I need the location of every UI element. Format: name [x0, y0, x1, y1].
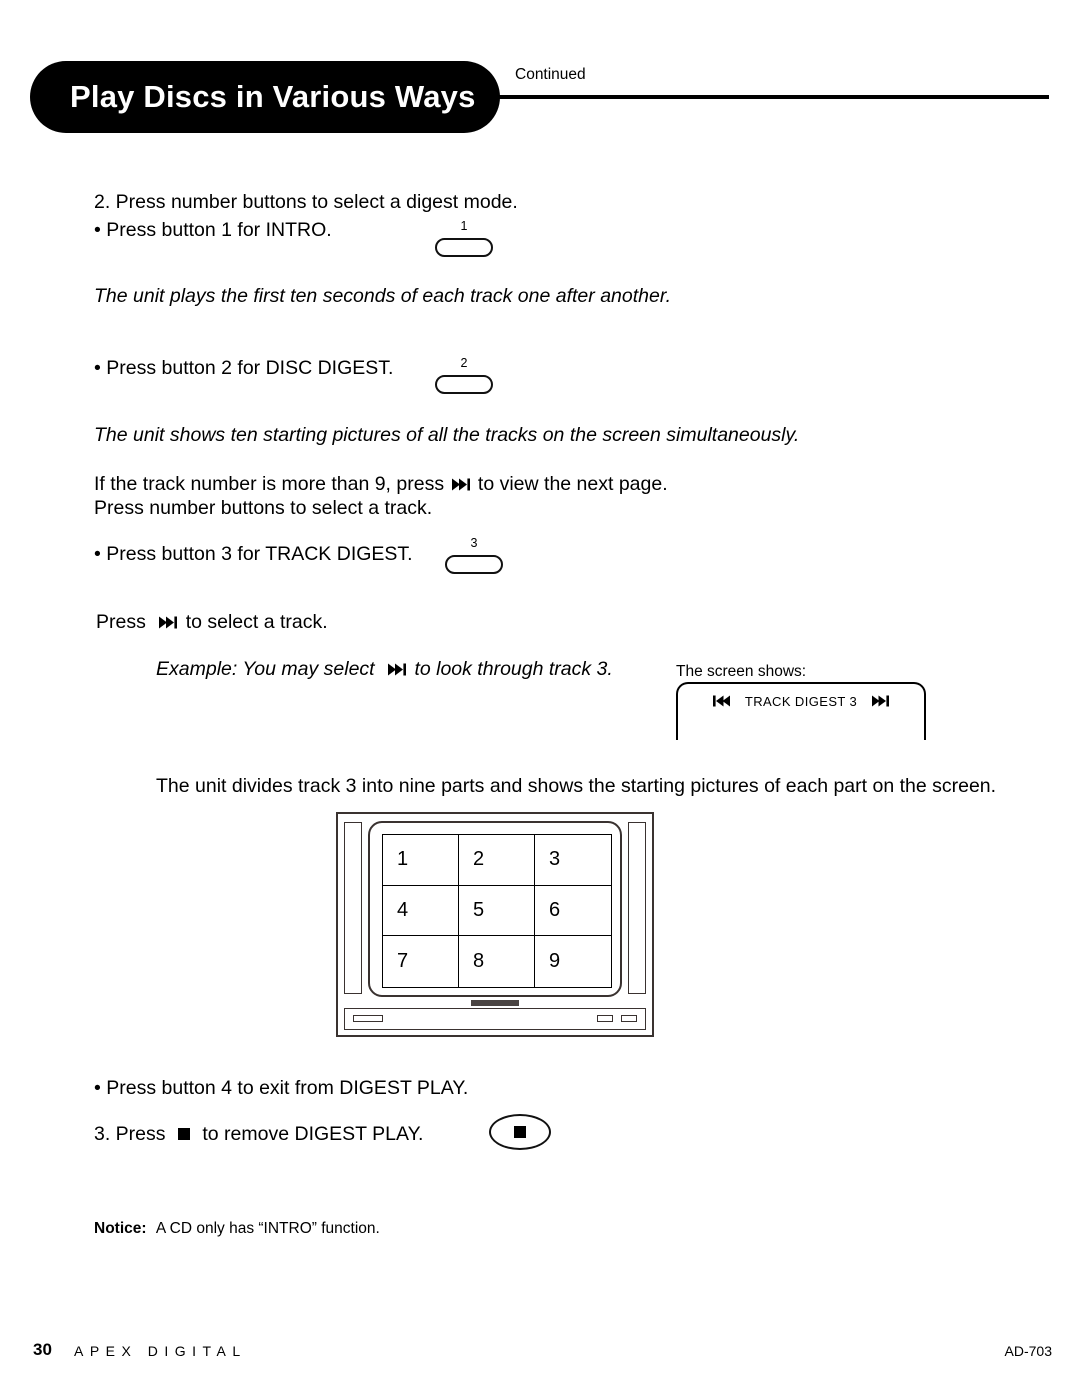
tv-panel-slot-mid — [597, 1015, 613, 1022]
number-button-3-label: 3 — [470, 536, 478, 550]
continued-label: Continued — [515, 66, 586, 83]
more-than-nine-prefix: If the track number is more than 9, pres… — [94, 473, 445, 495]
tv-grid-cell: 1 — [383, 835, 459, 886]
tv-screen-bezel: 1 2 3 4 5 6 7 8 9 — [368, 821, 622, 997]
tv-speaker-left — [344, 822, 362, 994]
step-3-suffix: to remove DIGEST PLAY. — [202, 1123, 424, 1145]
next-track-icon — [872, 695, 890, 710]
osd-text: TRACK DIGEST 3 — [744, 694, 858, 709]
tv-grid-cell: 5 — [459, 885, 535, 937]
tv-grid-cell: 7 — [383, 936, 459, 987]
divides-track-line: The unit divides track 3 into nine parts… — [156, 775, 997, 797]
notice-text: A CD only has “INTRO” function. — [155, 1220, 380, 1237]
tv-center-bar — [471, 1000, 519, 1006]
manual-page: Play Discs in Various Ways Continued 2. … — [0, 0, 1080, 1397]
tv-speaker-right — [628, 822, 646, 994]
example-line: Example: You may select to look through … — [156, 655, 613, 685]
notice-label: Notice: — [94, 1220, 147, 1237]
press-to-select-prefix: Press — [96, 611, 146, 633]
tv-grid-cell: 4 — [383, 885, 459, 937]
footer-brand: APEX DIGITAL — [74, 1343, 247, 1359]
number-button-1-shape — [435, 238, 493, 257]
notice-line: Notice: A CD only has “INTRO” function. — [94, 1214, 380, 1243]
tv-diagram: 1 2 3 4 5 6 7 8 9 — [336, 812, 654, 1037]
footer-page-number: 30 — [33, 1340, 52, 1359]
page-title: Play Discs in Various Ways — [70, 79, 476, 114]
osd-display-line: TRACK DIGEST 3 — [678, 694, 924, 710]
osd-display-box: TRACK DIGEST 3 — [676, 682, 926, 740]
next-track-icon — [159, 609, 178, 638]
stop-icon — [177, 1121, 191, 1150]
number-button-1[interactable]: 1 — [435, 219, 493, 257]
footer-model-number: AD-703 — [1004, 1343, 1052, 1359]
header-divider — [497, 95, 1049, 99]
number-button-2-shape — [435, 375, 493, 394]
next-track-icon — [388, 656, 407, 685]
prev-track-icon — [712, 695, 730, 710]
stop-icon — [514, 1126, 526, 1138]
example-suffix: to look through track 3. — [414, 658, 613, 680]
press-to-select-suffix: to select a track. — [185, 611, 328, 633]
page-header-pill: Play Discs in Various Ways — [30, 61, 500, 133]
step-3-prefix: 3. Press — [94, 1123, 166, 1145]
number-button-2-label: 2 — [460, 356, 468, 370]
tv-grid-cell: 2 — [459, 835, 535, 886]
stop-button[interactable] — [489, 1114, 551, 1150]
intro-result-text: The unit plays the first ten seconds of … — [94, 285, 672, 307]
bullet-track-digest: • Press button 3 for TRACK DIGEST. — [94, 543, 413, 565]
select-track-line: Press number buttons to select a track. — [94, 497, 433, 519]
number-button-1-label: 1 — [460, 219, 468, 233]
next-track-icon — [451, 471, 471, 500]
tv-grid-cell: 6 — [535, 886, 611, 937]
tv-control-panel — [344, 1008, 646, 1030]
tv-grid-cell: 3 — [535, 835, 611, 886]
tv-panel-slot-right — [621, 1015, 637, 1022]
bullet-disc-digest: • Press button 2 for DISC DIGEST. — [94, 357, 394, 379]
example-prefix: Example: You may select — [156, 658, 375, 680]
number-button-2[interactable]: 2 — [435, 356, 493, 394]
bullet-exit-digest: • Press button 4 to exit from DIGEST PLA… — [94, 1077, 469, 1099]
tv-grid-cell: 9 — [549, 950, 561, 973]
press-to-select-track-line: Press to select a track. — [96, 608, 328, 638]
step-2-instruction: 2. Press number buttons to select a dige… — [94, 191, 518, 213]
number-button-3-shape — [445, 555, 503, 574]
step-3-line: 3. Press to remove DIGEST PLAY. — [94, 1120, 423, 1150]
number-button-3[interactable]: 3 — [445, 536, 503, 574]
bullet-intro: • Press button 1 for INTRO. — [94, 219, 332, 241]
tv-digest-grid: 1 2 3 4 5 6 7 8 9 — [382, 834, 612, 988]
disc-digest-result-text: The unit shows ten starting pictures of … — [94, 424, 800, 446]
more-than-nine-suffix: to view the next page. — [477, 473, 668, 495]
tv-grid-cell: 8 — [459, 936, 535, 987]
tv-panel-slot-left — [353, 1015, 383, 1022]
